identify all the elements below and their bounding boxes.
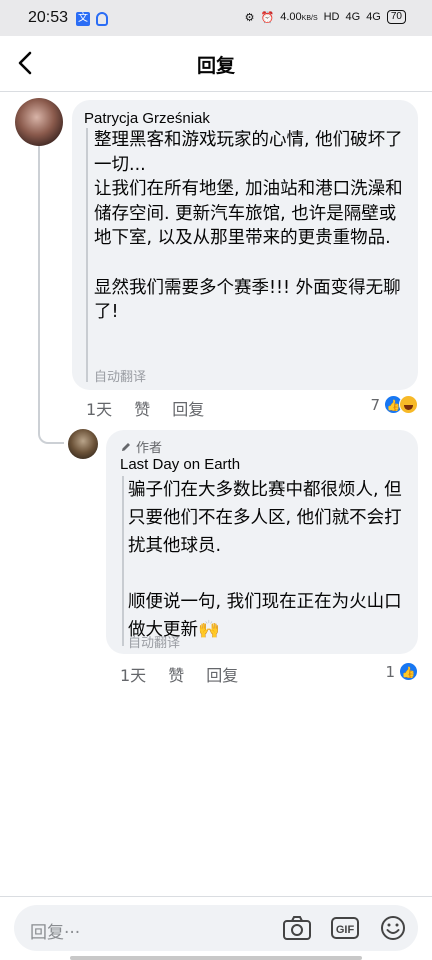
reply-reactions[interactable]: 1 👍 — [385, 662, 418, 681]
status-indicators: ⚙ ⏰ 4.00KB/S HD 4G 4G 70 — [245, 10, 406, 24]
signal1-icon: 4G — [345, 11, 361, 23]
comment-actions: 1天 赞 回复 — [86, 396, 204, 420]
comment-reaction-count: 7 — [370, 395, 380, 414]
status-bar: 20:53 文 ⚙ ⏰ 4.00KB/S HD 4G 4G 70 — [0, 0, 432, 36]
comment-text: 整理黑客和游戏玩家的心情, 他们破坏了一切... 让我们在所有地堡, 加油站和港… — [94, 130, 403, 323]
comment-like-button[interactable]: 赞 — [134, 396, 150, 420]
gif-icon[interactable]: GIF — [330, 914, 360, 942]
signal2-icon: 4G — [366, 11, 381, 23]
commenter-avatar[interactable] — [15, 98, 63, 146]
comment-author-name[interactable]: Patrycja Grześniak — [84, 110, 210, 127]
comment-timestamp: 1天 — [86, 400, 113, 419]
status-time: 20:53 — [28, 9, 69, 26]
emoji-icon[interactable] — [378, 914, 408, 942]
comment-auto-translate-label[interactable]: 自动翻译 — [94, 366, 146, 385]
reply-text: 骗子们在大多数比赛中都很烦人, 但只要他们不在多人区, 他们就不会打扰其他球员.… — [128, 480, 402, 640]
haha-reaction-icon — [399, 395, 418, 414]
reply-auto-translate-label[interactable]: 自动翻译 — [128, 632, 180, 651]
notification-bell-icon — [96, 12, 108, 26]
thread-connector-line — [38, 146, 64, 444]
home-indicator — [70, 956, 362, 960]
like-reaction-icon: 👍 — [399, 662, 418, 681]
comment-reactions[interactable]: 7 👍 — [370, 395, 418, 414]
alarm-icon: ⏰ — [260, 11, 275, 24]
comment-quote-line — [86, 128, 88, 382]
hd-indicator: HD — [323, 11, 340, 23]
author-badge: 作者 — [120, 437, 162, 456]
net-speed: 4.00KB/S — [280, 11, 318, 23]
gif-label: GIF — [336, 924, 355, 936]
reply-author-name[interactable]: Last Day on Earth — [120, 456, 240, 473]
app-notification-icon: 文 — [76, 12, 90, 26]
reply-like-button[interactable]: 赞 — [168, 662, 184, 686]
reply-reply-button[interactable]: 回复 — [206, 662, 238, 686]
battery-icon: 70 — [386, 10, 406, 24]
camera-icon[interactable] — [282, 914, 312, 942]
reply-actions: 1天 赞 回复 — [120, 662, 238, 686]
reply-timestamp: 1天 — [120, 666, 147, 685]
nfc-icon: ⚙ — [244, 11, 255, 24]
comment-reply-button[interactable]: 回复 — [172, 396, 204, 420]
reply-author-avatar[interactable] — [68, 429, 98, 459]
pencil-icon — [122, 442, 130, 451]
page-title: 回复 — [196, 55, 235, 77]
author-badge-label: 作者 — [136, 441, 163, 456]
reply-input-placeholder[interactable]: 回复··· — [30, 918, 80, 943]
header-bar: 回复 — [0, 36, 432, 92]
reply-reaction-count: 1 — [385, 662, 395, 681]
reply-quote-line — [122, 476, 124, 646]
